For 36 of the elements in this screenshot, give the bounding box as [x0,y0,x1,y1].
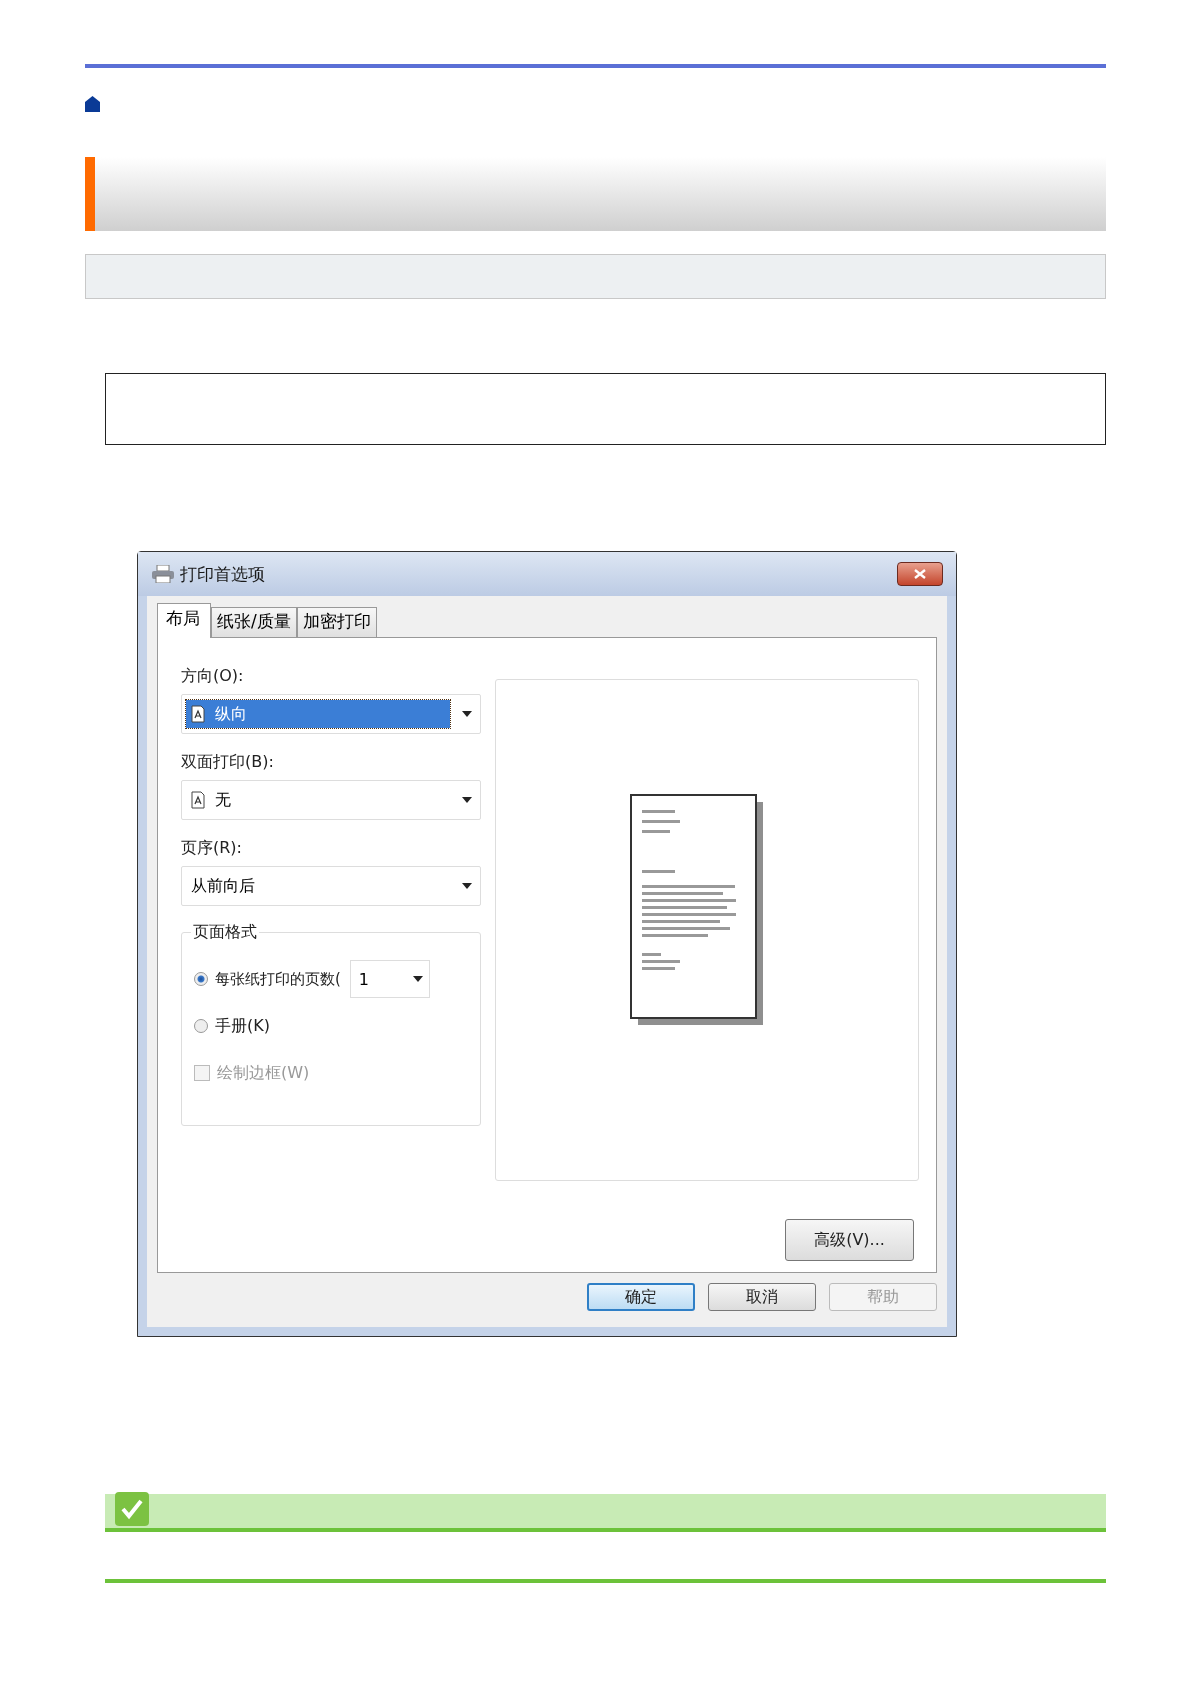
home-icon[interactable] [85,96,100,112]
page-icon [191,791,205,809]
tab[interactable]: 布局 [157,603,211,638]
radio-button[interactable] [194,972,208,986]
close-button[interactable] [897,562,943,586]
tab[interactable]: 加密打印 [296,607,377,637]
dialog-button[interactable]: 取消 [708,1283,816,1311]
field-label: 方向(O): [181,666,245,687]
dropdown[interactable]: 从前向后 [181,866,481,906]
page-icon [191,705,205,723]
dropdown[interactable]: 无 [181,780,481,820]
dialog-button[interactable]: 确定 [587,1283,695,1311]
close-icon [914,569,926,579]
dropdown-value: 1 [358,969,370,989]
window-title: 打印首选项 [180,562,266,586]
dropdown-value: 纵向 [215,703,247,725]
caret-icon [462,883,472,889]
dropdown[interactable]: 纵向 [181,694,481,734]
advanced-button[interactable]: 高级(V)... [785,1219,914,1261]
number-dropdown[interactable]: 1 [349,960,430,998]
tab[interactable]: 纸张/质量 [211,607,297,637]
group-title: 页面格式 [191,922,259,943]
field-label: 双面打印(B): [181,752,275,773]
printer-icon [152,565,174,583]
dropdown-value: 无 [215,789,231,811]
radio-button[interactable] [194,1019,208,1033]
dialog-button: 帮助 [829,1283,937,1311]
option-label: 绘制边框(W) [217,1062,310,1084]
option-label: 每张纸打印的页数( [215,969,341,989]
caret-icon [462,797,472,803]
field-label: 页序(R): [181,838,243,859]
checkmark-icon [115,1492,149,1526]
dropdown-value: 从前向后 [191,875,255,897]
caret-icon [462,711,472,717]
option-label: 手册(K) [215,1015,270,1037]
caret-icon [412,976,423,982]
